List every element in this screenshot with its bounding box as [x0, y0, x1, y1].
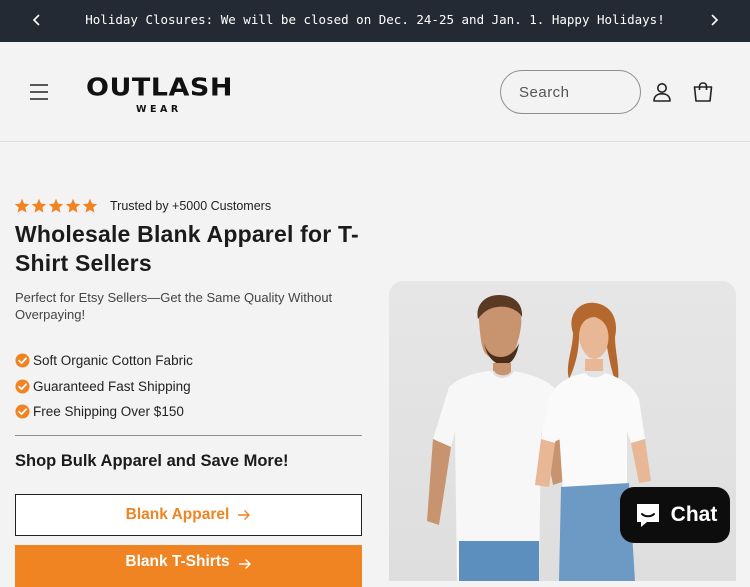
check-circle-icon [15, 353, 30, 368]
cart-button[interactable] [691, 80, 715, 104]
site-logo[interactable]: OUTLASH WEAR [86, 72, 240, 118]
cart-icon [693, 82, 713, 102]
chevron-right-icon [711, 14, 719, 26]
logo-subtext: WEAR [136, 104, 182, 115]
page-title: Wholesale Blank Apparel for T-Shirt Sell… [15, 221, 359, 276]
benefit-item: Guaranteed Fast Shipping [15, 374, 193, 400]
check-circle-icon [15, 379, 30, 394]
arrow-right-icon [238, 510, 251, 520]
section-divider [15, 435, 362, 436]
search-input[interactable] [519, 81, 629, 103]
button-label: Blank Apparel [125, 506, 230, 523]
site-header: OUTLASH WEAR [0, 42, 750, 142]
blank-tshirts-button[interactable]: Blank T-Shirts [15, 545, 362, 587]
announcement-bar: Holiday Closures: We will be closed on D… [0, 0, 750, 42]
arrow-right-icon [238, 559, 251, 569]
rating-text: Trusted by +5000 Customers [110, 199, 272, 213]
customer-rating: Trusted by +5000 Customers [14, 197, 271, 215]
account-icon [653, 83, 671, 102]
button-label: Blank T-Shirts [125, 553, 230, 570]
logo-text: OUTLASH [86, 73, 233, 102]
star-icon [31, 198, 47, 213]
announcement-message: Holiday Closures: We will be closed on D… [85, 12, 665, 27]
page-subtitle: Perfect for Etsy Sellers—Get the Same Qu… [15, 290, 333, 322]
announcement-next-button[interactable] [704, 9, 724, 31]
rating-stars [14, 198, 98, 214]
chat-button[interactable]: Chat [620, 487, 730, 543]
chat-label: Chat [670, 503, 718, 526]
menu-button[interactable] [26, 80, 52, 104]
cta-heading: Shop Bulk Apparel and Save More! [15, 452, 289, 470]
search-field[interactable] [500, 70, 641, 114]
star-icon [82, 198, 98, 213]
star-icon [14, 198, 30, 213]
benefit-label: Soft Organic Cotton Fabric [33, 353, 193, 369]
star-icon [48, 198, 64, 213]
benefits-list: Soft Organic Cotton Fabric Guaranteed Fa… [15, 348, 193, 425]
chat-bubble-icon [636, 504, 659, 527]
benefit-item: Soft Organic Cotton Fabric [15, 348, 193, 374]
star-icon [65, 198, 81, 213]
hamburger-menu-icon [30, 84, 48, 100]
benefit-label: Guaranteed Fast Shipping [33, 378, 191, 394]
benefit-item: Free Shipping Over $150 [15, 399, 193, 425]
blank-apparel-button[interactable]: Blank Apparel [15, 494, 362, 536]
account-button[interactable] [650, 80, 674, 104]
check-circle-icon [15, 404, 30, 419]
benefit-label: Free Shipping Over $150 [33, 404, 184, 420]
